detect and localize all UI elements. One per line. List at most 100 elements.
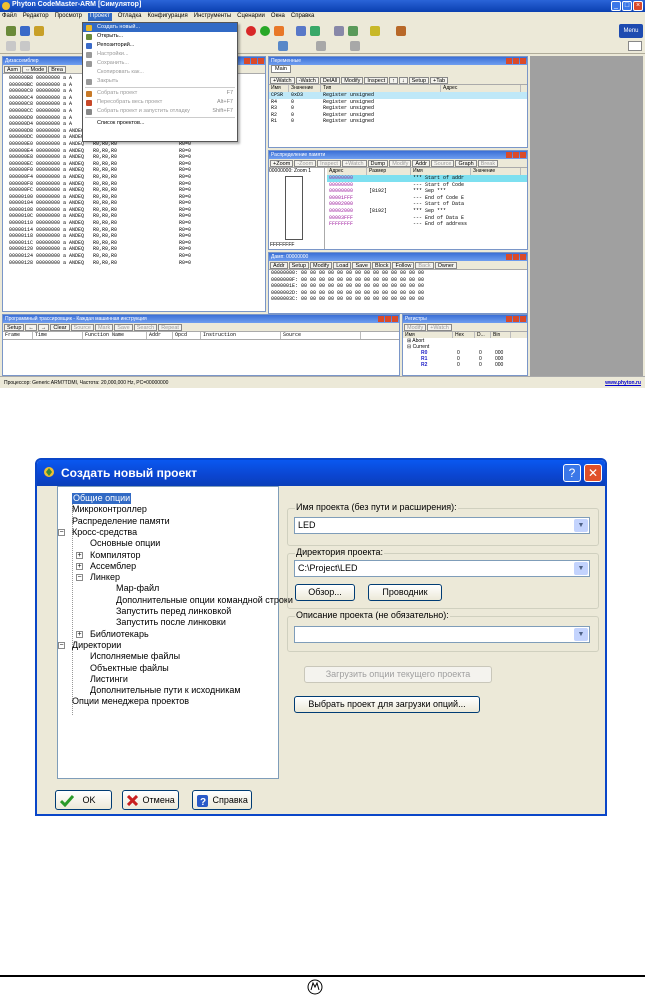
memory-map-table[interactable]: 00000000 *** Start of addr 00000000 --- Sta… [327, 175, 527, 228]
dump-button[interactable]: Modify [310, 262, 333, 269]
table-row[interactable]: 00000000 --- Start of Code [327, 182, 527, 189]
tree-item[interactable]: Мар-файл [116, 583, 159, 594]
disasm-row[interactable]: 000000E8 00000000 a ANDEQ R0,R0,R0 R0=0 [9, 154, 265, 161]
registers-table[interactable]: ⊞ Abort ⊟ Current R0 0 0 000 R1 0 0 000 R2 0 0 000 [403, 338, 527, 368]
menu-item-9[interactable]: Справка [291, 13, 315, 21]
undo-icon[interactable] [350, 41, 360, 51]
pane-close-icon[interactable] [506, 58, 512, 64]
table-row[interactable]: CPSR 0xD3 Register unsigned [269, 92, 527, 99]
table-row[interactable]: 00002000 [8192] *** Sep *** [327, 208, 527, 215]
settings-icon[interactable] [334, 26, 344, 36]
disasm-row[interactable]: 000000FC 00000000 a ANDEQ R0,R0,R0 R0=0 [9, 187, 265, 194]
run-icon[interactable] [246, 26, 256, 36]
tree-item[interactable]: Кросс-средства [72, 527, 137, 538]
tree-item[interactable]: Директории [72, 640, 121, 651]
tab-main[interactable]: Main [271, 65, 291, 73]
dump-row[interactable]: 0000003C: 00 00 00 00 00 00 00 00 00 00 … [271, 296, 527, 303]
memmap-button[interactable]: Graph [455, 160, 477, 167]
disasm-row[interactable]: 00000128 00000000 a ANDEQ R0,R0,R0 R0=0 [9, 260, 265, 267]
pane-close-icon[interactable] [520, 152, 526, 158]
phyton-link[interactable]: www.phyton.ru [605, 380, 641, 386]
stop-icon[interactable] [274, 26, 284, 36]
description-combo[interactable]: ▼ [294, 626, 590, 643]
chevron-down-icon[interactable]: ▼ [574, 628, 588, 641]
toolbar-combo[interactable] [628, 41, 642, 51]
pane-close-icon[interactable] [520, 58, 526, 64]
open-icon[interactable] [20, 26, 30, 36]
project-menu-item[interactable]: Список проектов... [83, 119, 237, 128]
disasm-row[interactable]: 00000110 00000000 a ANDEQ R0,R0,R0 R0=0 [9, 220, 265, 227]
pane-close-icon[interactable] [506, 152, 512, 158]
dump-button[interactable]: Back [415, 262, 434, 269]
tree-item[interactable]: Листинги [90, 674, 128, 685]
step-icon[interactable] [260, 26, 270, 36]
pane-close-icon[interactable] [385, 316, 391, 322]
dump-button[interactable]: Addr [270, 262, 288, 269]
vars-button[interactable]: DelAll [319, 77, 341, 84]
memmap-button[interactable]: +Zoom [270, 160, 294, 167]
table-row[interactable]: R1 0 Register unsigned [269, 118, 527, 125]
pane-close-icon[interactable] [244, 58, 250, 64]
menu-item-6[interactable]: Инструменты [194, 13, 231, 21]
tree-expander-icon[interactable]: + [76, 630, 83, 638]
pane-close-icon[interactable] [251, 58, 257, 64]
tree-item[interactable]: Объектные файлы [90, 663, 169, 674]
pane-close-icon[interactable] [506, 254, 512, 260]
doc2-icon[interactable] [20, 41, 30, 51]
project-menu-item[interactable]: Репозиторий... [83, 41, 237, 50]
menu-item-0[interactable]: Файл [2, 13, 17, 21]
project-name-combo[interactable]: LED ▼ [294, 517, 590, 534]
dump-row[interactable]: 00000000: 00 00 00 00 00 00 00 00 00 00 … [271, 270, 527, 277]
tree-item[interactable]: Дополнительные пути к исходникам [90, 685, 241, 696]
trace-button[interactable]: ← [25, 324, 37, 331]
help-title-button[interactable]: ? [563, 464, 581, 482]
disasm-row[interactable]: 000000E4 00000000 a ANDEQ R0,R0,R0 R0=0 [9, 148, 265, 155]
disasm-row[interactable]: 00000124 00000000 a ANDEQ R0,R0,R0 R0=0 [9, 253, 265, 260]
table-row[interactable]: 00002000 --- Start of Data [327, 201, 527, 208]
pane-close-icon[interactable] [392, 316, 398, 322]
trace-button[interactable]: Clear [50, 324, 70, 331]
menu-item-8[interactable]: Окна [271, 13, 285, 21]
pane-close-icon[interactable] [520, 316, 526, 322]
register-row[interactable]: R2 0 0 000 [403, 362, 527, 368]
pane-close-icon[interactable] [513, 316, 519, 322]
disasm-row[interactable]: 000000EC 00000000 a ANDEQ R0,R0,R0 R0=0 [9, 161, 265, 168]
explorer-button[interactable]: Проводник [368, 584, 442, 601]
browse-icon[interactable] [278, 41, 288, 51]
trace-button[interactable]: Source [70, 324, 94, 331]
exit-icon[interactable] [396, 26, 406, 36]
close-icon[interactable]: × [633, 1, 643, 11]
tree-item[interactable]: Запустить после линковки [116, 617, 226, 628]
menu-item-5[interactable]: Конфигурация [147, 13, 187, 21]
trace-button[interactable]: Search [133, 324, 158, 331]
dump-row[interactable]: 0000001E: 00 00 00 00 00 00 00 00 00 00 … [271, 283, 527, 290]
disasm-row[interactable]: 00000118 00000000 a ANDEQ R0,R0,R0 R0=0 [9, 233, 265, 240]
menu-item-4[interactable]: Отладка [118, 13, 142, 21]
disasm-row[interactable]: 000000F0 00000000 a ANDEQ R0,R0,R0 R0=0 [9, 167, 265, 174]
tree-item[interactable]: Линкер [90, 572, 120, 583]
vars-button[interactable]: Inspect [364, 77, 389, 84]
memmap-button[interactable]: Source [431, 160, 455, 167]
variables-table[interactable]: CPSR 0xD3 Register unsigned R4 0 Register uns… [269, 92, 527, 125]
pane-close-icon[interactable] [378, 316, 384, 322]
dump-row[interactable]: 0000002D: 00 00 00 00 00 00 00 00 00 00 … [271, 290, 527, 297]
browse-button[interactable]: Обзор... [295, 584, 355, 601]
dump-button[interactable]: Owner [434, 262, 457, 269]
tree-item[interactable]: Дополнительные опции командной строки [116, 595, 293, 606]
dump-row[interactable]: 0000000F: 00 00 00 00 00 00 00 00 00 00 … [271, 277, 527, 284]
vars-button[interactable]: Modify [341, 77, 364, 84]
disasm-row[interactable]: 000000F4 00000000 a ANDEQ R0,R0,R0 R0=0 [9, 174, 265, 181]
table-row[interactable]: R4 0 Register unsigned [269, 99, 527, 106]
table-row[interactable]: 00001FFF --- End of Code E [327, 195, 527, 202]
disasm-row[interactable]: 0000011C 00000000 a ANDEQ R0,R0,R0 R0=0 [9, 240, 265, 247]
load-current-options-button[interactable]: Загрузить опции текущего проекта [304, 666, 492, 683]
disasm-row[interactable]: 00000120 00000000 a ANDEQ R0,R0,R0 R0=0 [9, 246, 265, 253]
pane-close-icon[interactable] [513, 152, 519, 158]
watch-icon[interactable] [296, 26, 306, 36]
disasm-row[interactable]: 00000108 00000000 a ANDEQ R0,R0,R0 R0=0 [9, 207, 265, 214]
tree-expander-icon[interactable]: − [58, 641, 65, 649]
pane-close-icon[interactable] [513, 254, 519, 260]
tree-expander-icon[interactable]: + [76, 562, 83, 570]
trace-button[interactable]: Repeat [158, 324, 182, 331]
cancel-button[interactable]: Отмена [122, 790, 179, 810]
